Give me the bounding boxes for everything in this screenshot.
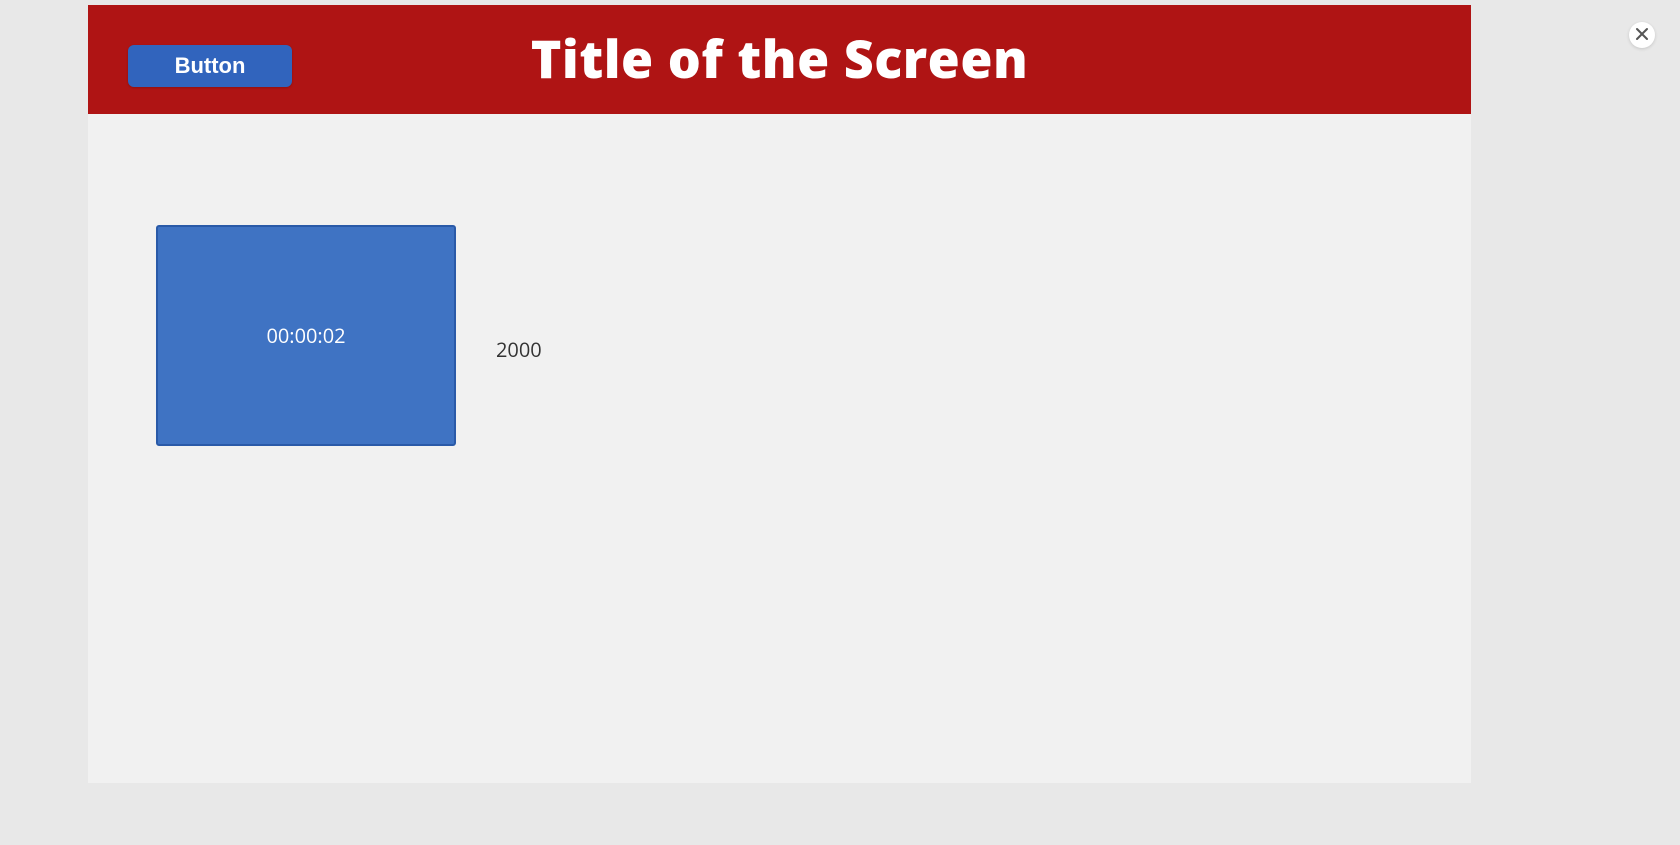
app-frame: Button Title of the Screen 00:00:02 2000 [88, 5, 1471, 783]
timer-card[interactable]: 00:00:02 [156, 225, 456, 446]
timer-value: 00:00:02 [266, 322, 345, 349]
close-icon [1635, 24, 1649, 46]
number-label: 2000 [496, 336, 542, 363]
close-button[interactable] [1629, 22, 1655, 48]
screen-title: Title of the Screen [88, 23, 1471, 94]
header-bar: Button Title of the Screen [88, 5, 1471, 114]
